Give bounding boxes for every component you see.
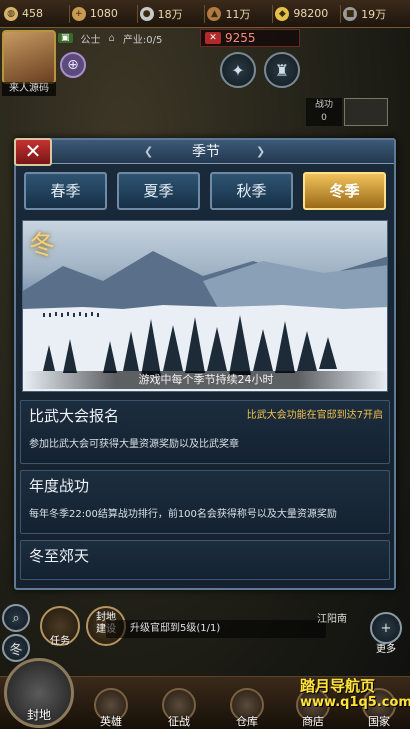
stone-icon: ■ — [343, 6, 358, 21]
card-title: 冬至郊天 — [29, 547, 90, 565]
crossed-swords-icon: ✕ — [205, 32, 221, 44]
dialog-header: ❮ 季节 ❯ — [16, 140, 394, 164]
divider — [340, 4, 342, 23]
nav-home-label: 封地 — [26, 708, 51, 722]
tab-winter[interactable]: 冬季 — [303, 172, 386, 210]
annual-merit-card[interactable]: 年度战功 每年冬季22:00结算战功排行，前100名会获得称号以及大量资源奖励 — [20, 470, 390, 534]
battle-merit-box[interactable]: 战功 0 — [306, 98, 342, 126]
battle-value: 0 — [321, 113, 327, 123]
winter-badge: 冬 — [29, 231, 56, 261]
resource-wood[interactable]: ▲ 11万 — [207, 6, 270, 22]
card-title: 年度战功 — [29, 477, 90, 495]
quest-tracker[interactable]: 升级官邸到5级(1/1) — [106, 620, 326, 638]
winter-scene-image: 冬 游戏中每个季节持续24小时 — [22, 220, 388, 392]
gold-icon: ◆ — [275, 6, 290, 21]
tab-spring[interactable]: 春季 — [24, 172, 107, 210]
player-avatar[interactable] — [2, 30, 56, 84]
sword-icon: + — [71, 6, 86, 21]
resource-rice[interactable]: ◍ 458 — [4, 6, 67, 21]
minimap[interactable] — [344, 98, 388, 126]
season-tabs: 春季 夏季 秋季 冬季 — [24, 172, 386, 212]
resource-sword[interactable]: + 1080 — [71, 6, 135, 21]
card-description: 参加比武大会可获得大量资源奖励以及比武奖章 — [29, 439, 239, 450]
tournament-card[interactable]: 比武大会报名 比武大会功能在官邸到达7开启 参加比武大会可获得大量资源奖励以及比… — [20, 400, 390, 464]
resource-gold[interactable]: ◆ 98200 — [275, 6, 338, 21]
dialog-title: 季节 — [192, 144, 220, 160]
fort-button[interactable]: ♜ — [264, 52, 300, 88]
player-name: 来人源码 — [2, 82, 56, 96]
ornament-right-icon: ❯ — [256, 145, 266, 158]
power-display[interactable]: ✕ 9255 — [200, 29, 300, 47]
card-title: 比武大会报名 — [29, 407, 120, 425]
winter-solstice-card[interactable]: 冬至郊天 — [20, 540, 390, 580]
coin-icon: ● — [139, 6, 154, 21]
card-description: 每年冬季22:00结算战功排行，前100名会获得称号以及大量资源奖励 — [29, 509, 337, 520]
winter-landscape — [23, 251, 387, 391]
card-unlock-note: 比武大会功能在官邸到达7开启 — [246, 410, 383, 421]
player-industry: 产业:0/5 — [122, 34, 163, 46]
tab-autumn[interactable]: 秋季 — [210, 172, 293, 210]
scene-caption: 游戏中每个季节持续24小时 — [23, 371, 387, 389]
nav-campaign[interactable]: 征战 — [150, 688, 208, 728]
location-label: 江阳南 — [317, 614, 347, 625]
task-label: 任务 — [50, 636, 70, 647]
nav-hero[interactable]: 英雄 — [82, 688, 140, 728]
rank-tag-icon: ▣ — [58, 33, 73, 43]
compass-icon[interactable]: ⊕ — [60, 52, 86, 78]
quest-text: 升级官邸到5级(1/1) — [130, 623, 221, 634]
divider — [136, 4, 138, 23]
divider — [204, 4, 206, 23]
power-value: 9255 — [225, 31, 256, 45]
season-indicator[interactable]: 冬 — [2, 634, 30, 662]
resource-coin[interactable]: ● 18万 — [139, 6, 203, 22]
divider — [272, 4, 274, 23]
player-info-row: ▣ 公士 ⌂ 产业:0/5 — [58, 30, 162, 46]
search-icon[interactable]: ⌕ — [2, 604, 30, 632]
season-dialog: ❮ 季节 ❯ ✕ 春季 夏季 秋季 冬季 冬 游戏中每个季节持续24小时 比武大… — [14, 138, 396, 590]
industry-icon: ⌂ — [108, 32, 115, 44]
resource-stone[interactable]: ■ 19万 — [343, 6, 406, 22]
rice-icon: ◍ — [4, 6, 18, 21]
divider — [68, 4, 70, 23]
battle-label: 战功 — [314, 100, 333, 110]
resource-bar: ◍ 458 + 1080 ● 18万 ▲ 11万 ◆ 98200 ■ 19万 — [0, 0, 410, 28]
wood-icon: ▲ — [207, 6, 222, 21]
watermark-url: www.q1q5.com — [300, 695, 410, 710]
tab-summer[interactable]: 夏季 — [117, 172, 200, 210]
nav-warehouse[interactable]: 仓库 — [218, 688, 276, 728]
event-button[interactable]: ✦ — [220, 52, 256, 88]
player-rank: 公士 — [80, 34, 101, 46]
close-button[interactable]: ✕ — [14, 138, 52, 166]
more-label: 更多 — [376, 644, 396, 655]
watermark-title: 踏月导航页 — [300, 677, 376, 695]
